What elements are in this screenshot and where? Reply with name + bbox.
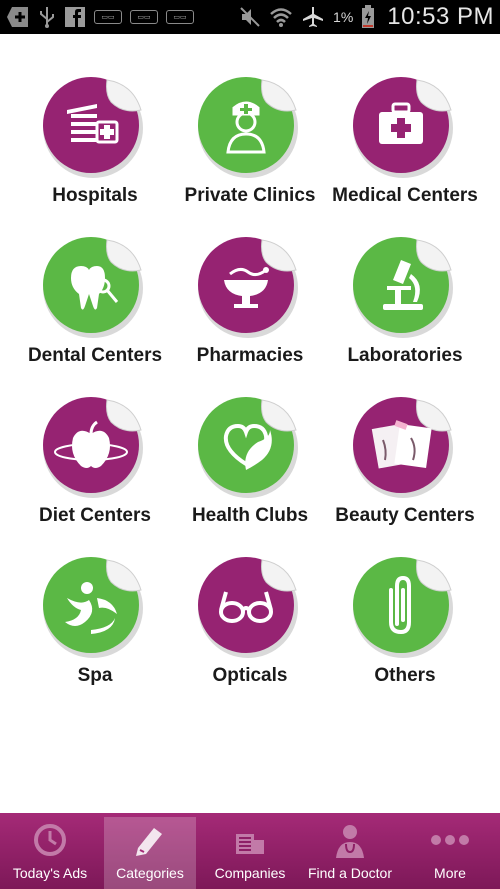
- more-dots-icon: [430, 821, 470, 859]
- wifi-icon: [269, 0, 293, 34]
- nav-label: Categories: [116, 865, 184, 881]
- add-icon: [6, 0, 30, 34]
- first-aid-kit-icon: [351, 70, 459, 180]
- nav-todays-ads[interactable]: Today's Ads: [0, 813, 100, 889]
- category-label: Diet Centers: [39, 505, 151, 526]
- category-label: Health Clubs: [191, 505, 309, 526]
- category-label: Dental Centers: [27, 345, 163, 366]
- nav-label: Today's Ads: [12, 865, 88, 881]
- nav-label: More: [434, 865, 466, 881]
- category-medical-centers[interactable]: Medical Centers: [328, 70, 483, 208]
- status-bar: ▭▭ ▭▭ ▭▭ 1% 10:53 PM: [0, 0, 500, 34]
- battery-percent: 1%: [333, 9, 354, 25]
- mini-notification-icon: ▭▭: [130, 0, 158, 34]
- category-laboratories[interactable]: Laboratories: [328, 230, 483, 368]
- nav-more[interactable]: More: [400, 813, 500, 889]
- spa-figure-icon: [41, 550, 149, 660]
- buildings-icon: [232, 821, 268, 859]
- category-label: Private Clinics: [184, 185, 316, 206]
- category-label: Hospitals: [52, 185, 138, 206]
- category-diet-centers[interactable]: Diet Centers: [18, 390, 173, 528]
- airplane-icon: [301, 0, 325, 34]
- nav-categories[interactable]: Categories: [104, 817, 196, 889]
- category-private-clinics[interactable]: Private Clinics: [173, 70, 328, 208]
- category-opticals[interactable]: Opticals: [173, 550, 328, 688]
- hospital-building-icon: [41, 70, 149, 180]
- microscope-icon: [351, 230, 459, 340]
- apple-measuring-tape-icon: [41, 390, 149, 500]
- facebook-icon: [64, 0, 86, 34]
- category-beauty-centers[interactable]: Beauty Centers: [328, 390, 483, 528]
- nav-find-a-doctor[interactable]: Find a Doctor: [300, 813, 400, 889]
- category-label: Medical Centers: [332, 185, 478, 206]
- heart-leaf-icon: [196, 390, 304, 500]
- nav-companies[interactable]: Companies: [200, 813, 300, 889]
- mute-icon: [239, 0, 261, 34]
- category-pharmacies[interactable]: Pharmacies: [173, 230, 328, 368]
- clock-time: 10:53 PM: [387, 3, 494, 30]
- beauty-photos-icon: [351, 390, 459, 500]
- category-health-clubs[interactable]: Health Clubs: [173, 390, 328, 528]
- pencil-tag-icon: [132, 821, 168, 859]
- doctor-icon: [332, 821, 368, 859]
- category-label: Spa: [77, 665, 113, 686]
- nav-label: Find a Doctor: [307, 865, 393, 881]
- category-label: Opticals: [212, 665, 288, 686]
- nurse-icon: [196, 70, 304, 180]
- category-label: Laboratories: [347, 345, 463, 366]
- category-label: Others: [374, 665, 436, 686]
- category-hospitals[interactable]: Hospitals: [18, 70, 173, 208]
- clock-icon: [32, 821, 68, 859]
- category-spa[interactable]: Spa: [18, 550, 173, 688]
- mini-notification-icon: ▭▭: [166, 0, 194, 34]
- paperclip-icon: [351, 550, 459, 660]
- category-others[interactable]: Others: [328, 550, 483, 688]
- bowl-of-hygieia-icon: [196, 230, 304, 340]
- category-dental-centers[interactable]: Dental Centers: [18, 230, 173, 368]
- usb-icon: [38, 0, 56, 34]
- nav-label: Companies: [214, 865, 286, 881]
- bottom-nav: Today's Ads Categories Companies Find a …: [0, 813, 500, 889]
- category-label: Pharmacies: [196, 345, 304, 366]
- mini-notification-icon: ▭▭: [94, 0, 122, 34]
- eyeglasses-icon: [196, 550, 304, 660]
- category-label: Beauty Centers: [335, 505, 475, 526]
- tooth-icon: [41, 230, 149, 340]
- category-grid: Hospitals Private Clinics Medical Center…: [0, 70, 500, 688]
- battery-charging-icon: [361, 0, 375, 34]
